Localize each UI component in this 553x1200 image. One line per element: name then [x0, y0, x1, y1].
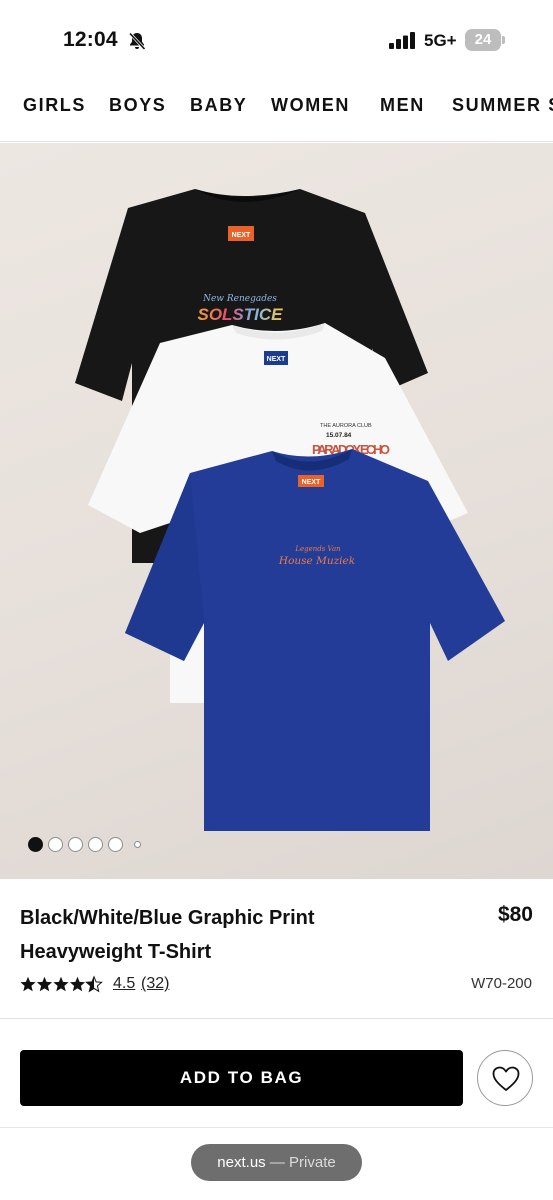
category-nav: GIRLS BOYS BABY WOMEN MEN SUMMER S	[0, 75, 553, 142]
blue-tag-text: NEXT	[302, 479, 321, 486]
product-photo: NEXT New Renegades SOLSTICE NEXT THE AUR…	[75, 189, 505, 831]
carousel-dot-4[interactable]	[88, 837, 103, 852]
url-separator: —	[265, 1154, 290, 1171]
product-title: Black/White/Blue Graphic Print Heavyweig…	[20, 907, 315, 963]
black-tag-text: NEXT	[232, 232, 251, 239]
status-time: 12:04	[63, 28, 118, 51]
private-mode-label: Private	[289, 1154, 336, 1171]
product-code: W70-200	[471, 975, 532, 992]
status-bar: 12:04 5G+ 24	[0, 0, 553, 75]
battery-icon: 24	[465, 29, 505, 51]
carousel-dot-1[interactable]	[28, 837, 43, 852]
white-print-line1: THE AURORA CLUB	[320, 423, 372, 429]
wishlist-button[interactable]	[477, 1050, 533, 1106]
product-image-carousel[interactable]: NEXT New Renegades SOLSTICE NEXT THE AUR…	[0, 143, 553, 879]
carousel-dot-3[interactable]	[68, 837, 83, 852]
black-print-line2: SOLSTICE	[197, 305, 283, 324]
nav-item-men[interactable]: MEN	[380, 95, 425, 116]
carousel-dot-2[interactable]	[48, 837, 63, 852]
signal-icon	[389, 32, 415, 49]
nav-item-girls[interactable]: GIRLS	[23, 95, 86, 116]
nav-item-boys[interactable]: BOYS	[109, 95, 166, 116]
black-print-line1: New Renegades	[202, 294, 277, 304]
white-tag-text: NEXT	[267, 356, 286, 363]
network-label: 5G+	[424, 31, 457, 50]
battery-level: 24	[474, 31, 492, 48]
nav-item-baby[interactable]: BABY	[190, 95, 247, 116]
nav-item-summer[interactable]: SUMMER S	[452, 95, 553, 116]
carousel-dot-5[interactable]	[108, 837, 123, 852]
white-print-line2: 15.07.84	[326, 432, 352, 439]
url-text: next.us	[217, 1154, 266, 1171]
nav-item-women[interactable]: WOMEN	[271, 95, 350, 116]
blue-print-line1: Legends Van	[294, 545, 341, 553]
action-bar: ADD TO BAG	[0, 1028, 553, 1128]
star-rating-icon	[20, 976, 103, 992]
product-price: $80	[497, 903, 533, 926]
heart-icon	[492, 1066, 520, 1091]
bell-muted-icon	[128, 32, 146, 51]
rating-value[interactable]: 4.5	[113, 975, 135, 993]
browser-url-pill[interactable]: next.us — Private	[191, 1144, 362, 1181]
carousel-dot-6[interactable]	[134, 841, 141, 848]
add-to-bag-button[interactable]: ADD TO BAG	[20, 1050, 463, 1106]
review-count-link[interactable]: (32)	[141, 975, 169, 993]
product-info: Black/White/Blue Graphic Print Heavyweig…	[0, 879, 553, 1019]
blue-print-line2: House Muziek	[278, 555, 355, 567]
